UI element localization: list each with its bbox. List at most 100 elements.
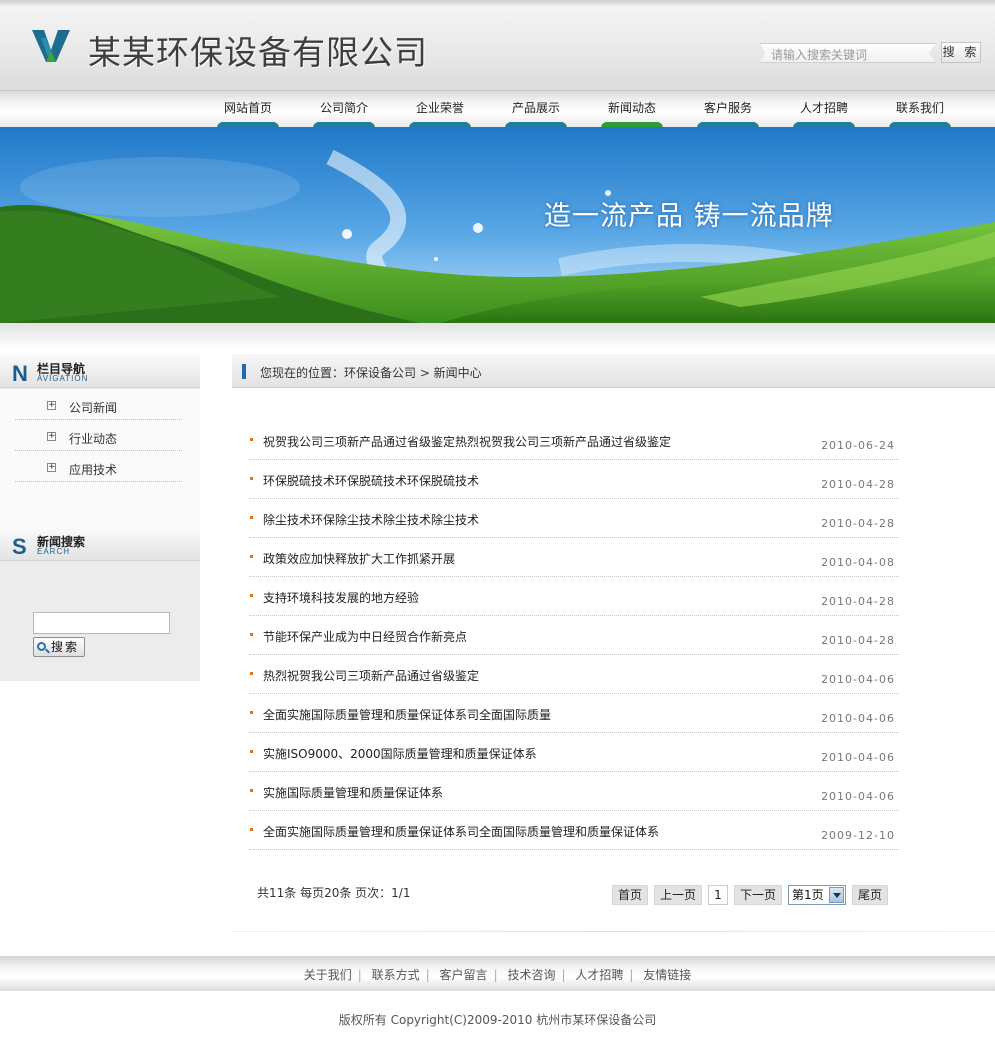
bullet-icon (250, 828, 253, 831)
footer-link-guestbook[interactable]: 客户留言 (440, 968, 488, 982)
plus-icon: + (47, 462, 56, 472)
nav-label: 产品展示 (511, 101, 560, 115)
banner-shadow (0, 323, 995, 349)
list-item[interactable]: 支持环境科技发展的地方经验 2010-04-28 (249, 577, 899, 616)
nav-item-about[interactable]: 公司简介 (313, 91, 375, 128)
bullet-icon (250, 438, 253, 441)
list-item[interactable]: 实施国际质量管理和质量保证体系 2010-04-06 (249, 772, 899, 811)
next-page-button[interactable]: 下一页 (734, 885, 782, 905)
content-divider (232, 931, 995, 932)
plus-icon: + (47, 400, 56, 410)
bullet-icon (250, 594, 253, 597)
sidebar-item-applied-tech[interactable]: + 应用技术 (15, 451, 182, 482)
search-icon (37, 642, 46, 651)
list-item[interactable]: 实施ISO9000、2000国际质量管理和质量保证体系 2010-04-06 (249, 733, 899, 772)
last-page-button[interactable]: 尾页 (852, 885, 888, 905)
main-nav: 网站首页 公司简介 企业荣誉 产品展示 新闻动态 客户服务 人才招聘 联系我们 (0, 90, 995, 128)
news-date: 2010-04-06 (821, 790, 895, 803)
nav-item-honors[interactable]: 企业荣誉 (409, 91, 471, 128)
page-select-value: 第1页 (792, 888, 824, 902)
sidebar-item-label: 公司新闻 (69, 401, 118, 415)
nav-label: 公司简介 (319, 101, 368, 115)
footer-links: 关于我们 | 联系方式 | 客户留言 | 技术咨询 | 人才招聘 | 友情链接 (0, 966, 995, 983)
nav-item-products[interactable]: 产品展示 (505, 91, 567, 128)
nav-item-jobs[interactable]: 人才招聘 (793, 91, 855, 128)
news-list: 祝贺我公司三项新产品通过省级鉴定热烈祝贺我公司三项新产品通过省级鉴定 2010-0… (249, 421, 899, 850)
news-title[interactable]: 政策效应加快释放扩大工作抓紧开展 (263, 550, 455, 567)
first-page-button[interactable]: 首页 (612, 885, 648, 905)
sidebar-nav-subtitle: AVIGATION (37, 374, 89, 383)
nav-label: 企业荣誉 (415, 101, 464, 115)
news-title[interactable]: 祝贺我公司三项新产品通过省级鉴定热烈祝贺我公司三项新产品通过省级鉴定 (263, 433, 671, 450)
bullet-icon (250, 516, 253, 519)
footer-link-jobs[interactable]: 人才招聘 (575, 968, 623, 982)
sidebar-nav-letter: N (12, 361, 28, 386)
news-title[interactable]: 实施国际质量管理和质量保证体系 (263, 784, 443, 801)
news-title[interactable]: 除尘技术环保除尘技术除尘技术除尘技术 (263, 511, 479, 528)
list-item[interactable]: 全面实施国际质量管理和质量保证体系司全面国际质量 2010-04-06 (249, 694, 899, 733)
breadcrumb: 您现在的位置：环保设备公司 > 新闻中心 (232, 354, 995, 388)
nav-label: 人才招聘 (799, 101, 848, 115)
list-item[interactable]: 热烈祝贺我公司三项新产品通过省级鉴定 2010-04-06 (249, 655, 899, 694)
banner: 造一流产品 铸一流品牌 (0, 127, 995, 323)
company-name: 某某环保设备有限公司 (88, 33, 428, 72)
bullet-icon (250, 555, 253, 558)
news-title[interactable]: 环保脱硫技术环保脱硫技术环保脱硫技术 (263, 472, 479, 489)
sidebar-item-industry-news[interactable]: + 行业动态 (15, 420, 182, 451)
sidebar-item-label: 应用技术 (69, 463, 118, 477)
sidebar-nav-header: N 栏目导航 AVIGATION (0, 354, 200, 388)
news-date: 2010-04-06 (821, 712, 895, 725)
news-date: 2010-04-28 (821, 517, 895, 530)
list-item[interactable]: 祝贺我公司三项新产品通过省级鉴定热烈祝贺我公司三项新产品通过省级鉴定 2010-0… (249, 421, 899, 460)
header-search-input[interactable]: 请输入搜索关键词 (760, 43, 936, 63)
header-search-button[interactable]: 搜 索 (941, 42, 981, 63)
nav-item-home[interactable]: 网站首页 (217, 91, 279, 128)
bullet-icon (250, 672, 253, 675)
footer-link-contact[interactable]: 联系方式 (372, 968, 420, 982)
sidebar-search-button[interactable]: 搜索 (33, 637, 85, 657)
news-date: 2010-04-28 (821, 478, 895, 491)
list-item[interactable]: 环保脱硫技术环保脱硫技术环保脱硫技术 2010-04-28 (249, 460, 899, 499)
sidebar-search-subtitle: EARCH (37, 547, 71, 556)
sidebar-search-button-label: 搜索 (51, 640, 80, 654)
sidebar-item-label: 行业动态 (69, 432, 118, 446)
news-title[interactable]: 实施ISO9000、2000国际质量管理和质量保证体系 (263, 745, 537, 762)
list-item[interactable]: 全面实施国际质量管理和质量保证体系司全面国际质量管理和质量保证体系 2009-12… (249, 811, 899, 850)
nav-item-news[interactable]: 新闻动态 (601, 91, 663, 128)
prev-page-button[interactable]: 上一页 (654, 885, 702, 905)
banner-landscape-image (0, 127, 995, 323)
footer-separator: | (357, 968, 362, 982)
bullet-icon (250, 711, 253, 714)
nav-label: 网站首页 (223, 101, 272, 115)
plus-icon: + (47, 431, 56, 441)
news-title[interactable]: 全面实施国际质量管理和质量保证体系司全面国际质量管理和质量保证体系 (263, 823, 659, 840)
news-date: 2010-04-06 (821, 751, 895, 764)
sidebar-item-company-news[interactable]: + 公司新闻 (15, 389, 182, 420)
page-select[interactable]: 第1页 (788, 885, 846, 905)
footer-link-friends[interactable]: 友情链接 (643, 968, 691, 982)
news-date: 2010-04-28 (821, 634, 895, 647)
news-title[interactable]: 支持环境科技发展的地方经验 (263, 589, 419, 606)
list-item[interactable]: 节能环保产业成为中日经贸合作新亮点 2010-04-28 (249, 616, 899, 655)
news-date: 2010-04-06 (821, 673, 895, 686)
bullet-icon (250, 633, 253, 636)
news-date: 2010-06-24 (821, 439, 895, 452)
nav-label: 客户服务 (703, 101, 752, 115)
page-number-button[interactable]: 1 (708, 885, 728, 905)
footer-link-tech[interactable]: 技术咨询 (507, 968, 555, 982)
pager-info: 共11条 每页20条 页次：1/1 (257, 886, 411, 900)
nav-item-contact[interactable]: 联系我们 (889, 91, 951, 128)
footer-separator: | (561, 968, 566, 982)
news-title[interactable]: 全面实施国际质量管理和质量保证体系司全面国际质量 (263, 706, 551, 723)
sidebar-search-input[interactable] (33, 612, 170, 634)
news-title[interactable]: 节能环保产业成为中日经贸合作新亮点 (263, 628, 467, 645)
nav-item-service[interactable]: 客户服务 (697, 91, 759, 128)
list-item[interactable]: 除尘技术环保除尘技术除尘技术除尘技术 2010-04-28 (249, 499, 899, 538)
news-title[interactable]: 热烈祝贺我公司三项新产品通过省级鉴定 (263, 667, 479, 684)
footer-separator: | (425, 968, 430, 982)
list-item[interactable]: 政策效应加快释放扩大工作抓紧开展 2010-04-08 (249, 538, 899, 577)
footer-link-about[interactable]: 关于我们 (304, 968, 352, 982)
breadcrumb-text: 您现在的位置：环保设备公司 > 新闻中心 (260, 366, 482, 380)
bullet-icon (250, 477, 253, 480)
sidebar-search-header: S 新闻搜索 EARCH (0, 527, 200, 561)
